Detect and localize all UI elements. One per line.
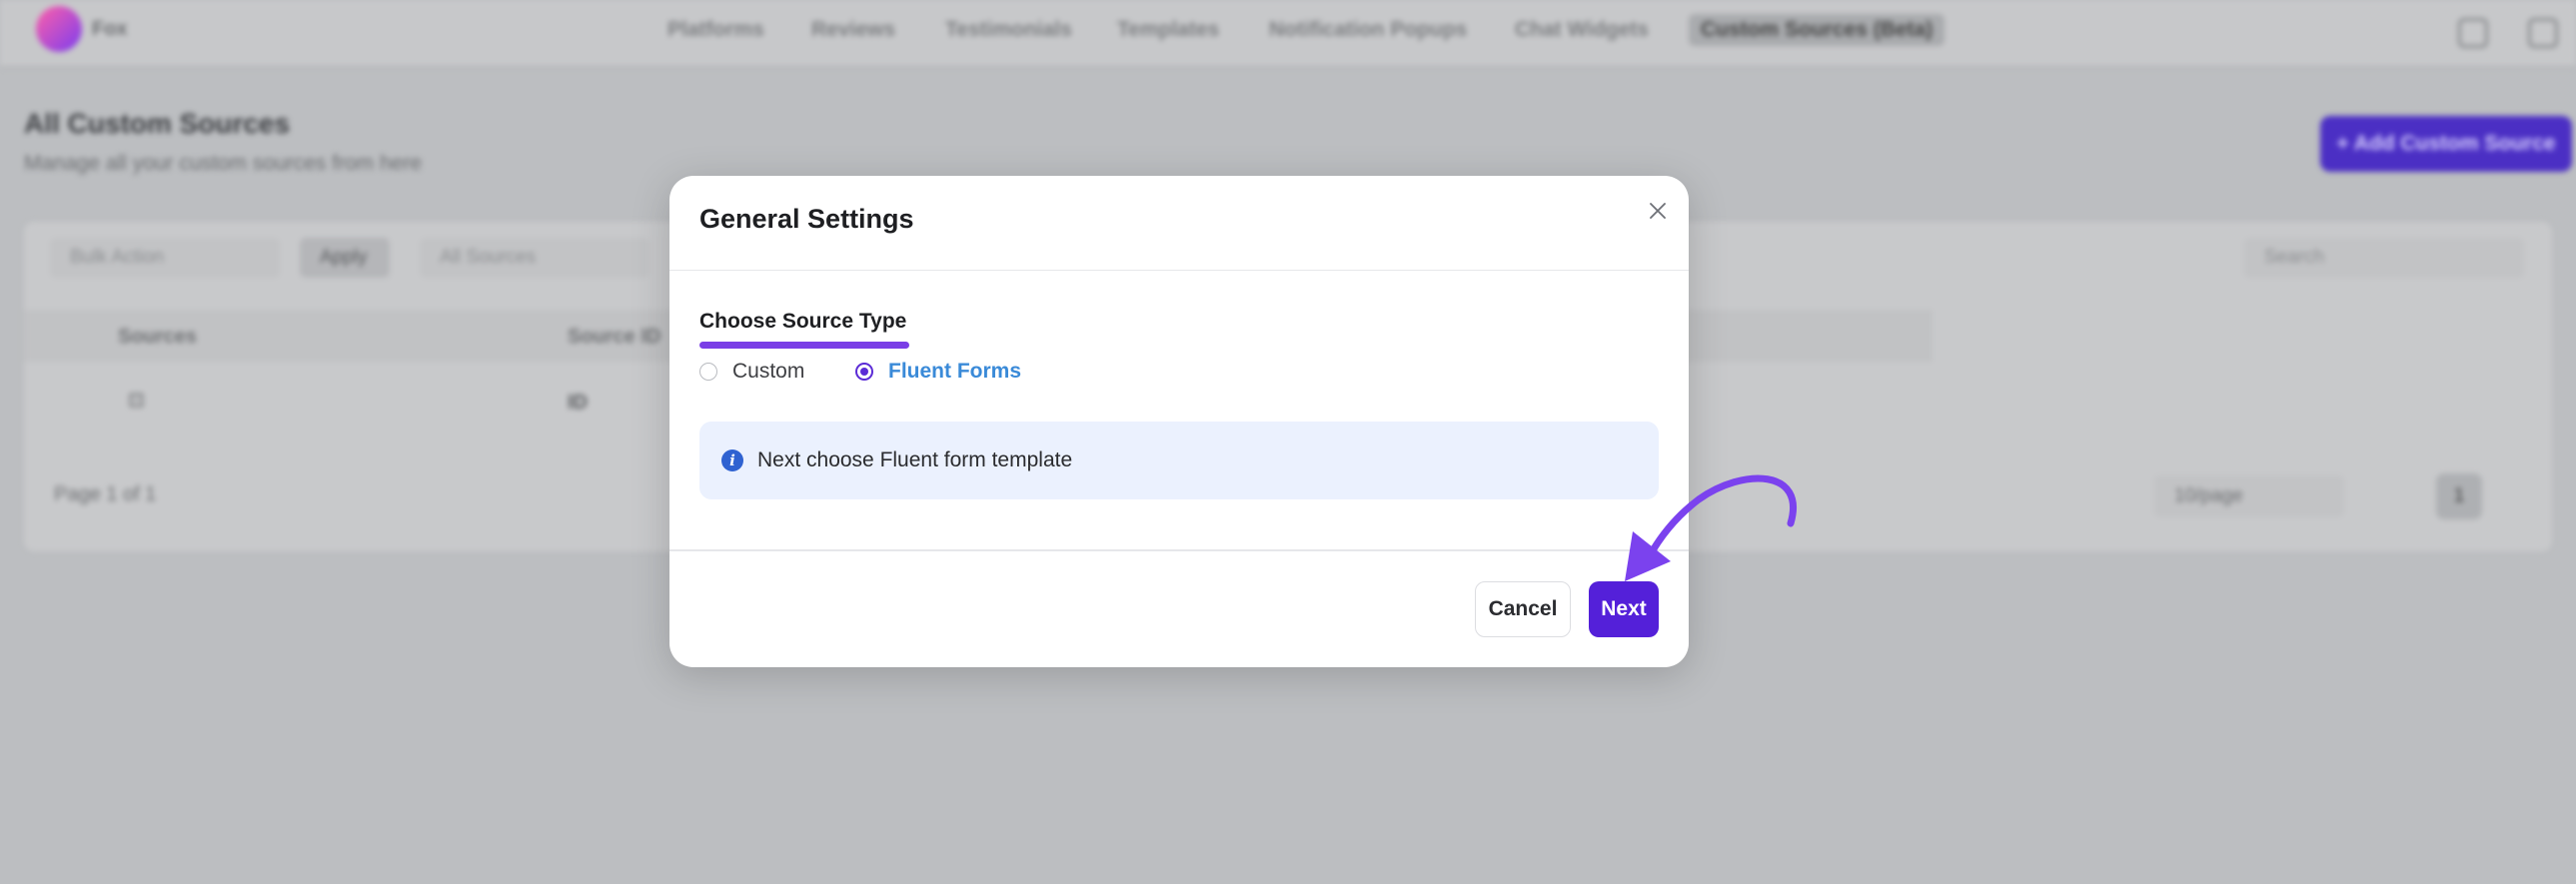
pagination-text: Page 1 of 1	[54, 483, 157, 505]
highlight-underline	[699, 342, 909, 349]
nav-notification-popups[interactable]: Notification Popups	[1269, 18, 1467, 42]
bulk-action-select[interactable]: Bulk Action	[50, 238, 280, 278]
close-icon	[1650, 203, 1666, 219]
search-input[interactable]: Search	[2244, 238, 2524, 278]
apply-button[interactable]: Apply	[300, 238, 390, 278]
column-sources[interactable]: Sources	[118, 326, 197, 349]
page-subtitle: Manage all your custom sources from here	[24, 152, 423, 175]
info-text: Next choose Fluent form template	[757, 448, 1073, 471]
page-title: All Custom Sources	[24, 108, 291, 139]
radio-custom[interactable]	[699, 363, 717, 381]
menu-icon[interactable]	[2528, 18, 2558, 48]
source-type-label: Choose Source Type	[699, 310, 907, 333]
prev-page-button[interactable]	[2374, 473, 2420, 519]
modal-header: General Settings	[669, 176, 1689, 271]
radio-fluent-forms[interactable]	[855, 363, 873, 381]
radio-fluent-forms-label: Fluent Forms	[888, 360, 1022, 383]
add-custom-source-button[interactable]: + Add Custom Source	[2320, 116, 2572, 172]
row-source-id: ID	[568, 392, 588, 414]
radio-custom-label: Custom	[732, 360, 805, 383]
cancel-button[interactable]: Cancel	[1475, 581, 1571, 637]
next-button[interactable]: Next	[1589, 581, 1659, 637]
brand-name: Fox	[92, 18, 128, 40]
radio-option-custom[interactable]: Custom	[699, 360, 804, 384]
nav-testimonials[interactable]: Testimonials	[945, 18, 1072, 42]
footer-divider	[669, 549, 1689, 551]
nav-platforms[interactable]: Platforms	[667, 18, 764, 42]
info-icon: i	[721, 449, 743, 471]
nav-reviews[interactable]: Reviews	[811, 18, 895, 42]
row-source-icon: ⊡	[128, 390, 145, 412]
per-page-select[interactable]: 10/page	[2154, 475, 2344, 517]
column-source-id[interactable]: Source ID	[568, 326, 660, 349]
all-sources-select[interactable]: All Sources	[420, 238, 649, 278]
info-alert: i Next choose Fluent form template	[699, 422, 1659, 499]
general-settings-modal: General Settings Choose Source Type Cust…	[669, 176, 1689, 667]
settings-icon[interactable]	[2458, 18, 2488, 48]
page-number[interactable]: 1	[2436, 473, 2482, 519]
radio-option-fluent-forms[interactable]: Fluent Forms	[855, 360, 1021, 384]
next-page-button[interactable]	[2498, 473, 2544, 519]
nav-templates[interactable]: Templates	[1117, 18, 1219, 42]
top-navigation: Fox Platforms Reviews Testimonials Templ…	[0, 0, 2576, 68]
modal-title: General Settings	[699, 204, 914, 234]
nav-chat-widgets[interactable]: Chat Widgets	[1515, 18, 1649, 42]
nav-custom-sources[interactable]: Custom Sources (Beta)	[1689, 14, 1945, 46]
close-button[interactable]	[1643, 196, 1673, 226]
logo-icon	[36, 6, 82, 52]
